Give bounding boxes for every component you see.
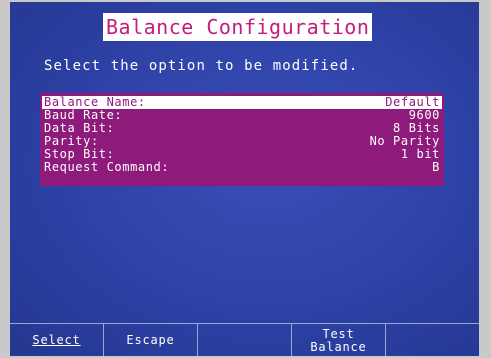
select-softkey-label: Select <box>32 333 81 347</box>
page-title: Balance Configuration <box>103 13 373 41</box>
escape-softkey[interactable]: Escape <box>104 324 198 356</box>
option-label: Request Command: <box>44 160 170 174</box>
option-value: B <box>432 160 440 174</box>
blank-softkey-3[interactable] <box>198 324 292 356</box>
blank-softkey-5[interactable] <box>386 324 479 356</box>
select-softkey[interactable]: Select <box>10 324 104 356</box>
option-request-command[interactable]: Request Command: B <box>42 161 442 174</box>
softkey-bar: Select Escape Test Balance <box>10 323 479 356</box>
escape-softkey-label: Escape <box>126 333 175 347</box>
lcd-screen: Balance Configuration Select the option … <box>10 2 479 356</box>
test-balance-softkey[interactable]: Test Balance <box>292 324 386 356</box>
instruction-text: Select the option to be modified. <box>44 58 359 74</box>
test-balance-softkey-label: Test Balance <box>310 326 367 354</box>
options-list: Balance Name: Default Baud Rate: 9600 Da… <box>40 93 444 186</box>
